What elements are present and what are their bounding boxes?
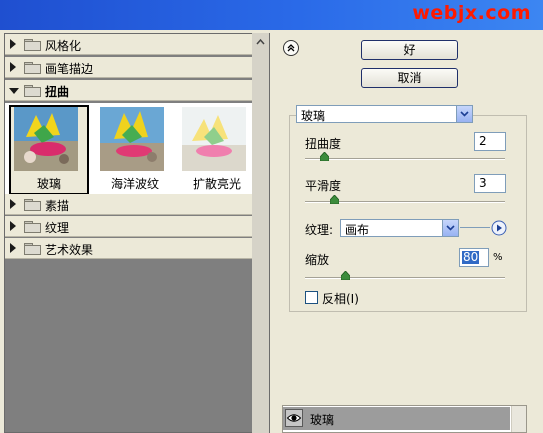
folder-open-icon [24, 85, 41, 97]
watermark-logo: webjx.com [412, 2, 531, 24]
scroll-up-arrow-icon[interactable] [254, 36, 267, 49]
smoothness-input[interactable]: 3 [474, 174, 506, 193]
smoothness-slider-thumb[interactable] [330, 195, 339, 204]
filter-select[interactable]: 玻璃 [296, 105, 473, 123]
folder-icon [24, 62, 41, 74]
scaling-slider-track[interactable] [305, 277, 505, 279]
diffuse-glow-preview-image [182, 107, 246, 171]
category-label: 素描 [45, 199, 70, 213]
texture-menu-line [460, 227, 490, 228]
distortion-slider-thumb[interactable] [320, 152, 329, 161]
folder-icon [24, 243, 41, 255]
texture-select[interactable]: 画布 [340, 219, 459, 237]
triangle-down-icon[interactable] [9, 88, 19, 94]
invert-label[interactable]: 反相(I) [322, 290, 359, 307]
gallery-scrollbar[interactable] [252, 33, 269, 433]
thumbnail-label: 海洋波纹 [110, 177, 159, 191]
distortion-label: 扭曲度 [305, 137, 342, 151]
distortion-slider-track[interactable] [305, 158, 505, 160]
distort-thumbnails: 玻璃 海洋波纹 扩散亮光 [5, 103, 269, 198]
category-distort[interactable]: 扭曲 [5, 80, 269, 101]
triangle-right-icon[interactable] [491, 220, 507, 236]
folder-icon [24, 199, 41, 211]
category-stylize[interactable]: 风格化 [5, 34, 269, 55]
chevron-down-icon[interactable] [456, 106, 472, 122]
chevron-down-icon[interactable] [442, 220, 458, 236]
scaling-input[interactable]: 80 [459, 248, 489, 267]
thumbnail-label: 扩散亮光 [192, 177, 241, 191]
glass-preview-image [14, 107, 78, 171]
thumbnail-ocean-ripple[interactable]: 海洋波纹 [95, 105, 175, 195]
triangle-right-icon[interactable] [10, 39, 16, 49]
eye-icon[interactable] [285, 409, 303, 427]
category-label: 风格化 [45, 39, 82, 53]
cancel-button[interactable]: 取消 [361, 68, 458, 88]
invert-checkbox[interactable] [305, 291, 318, 304]
double-chevron-up-icon [287, 44, 295, 52]
ok-button[interactable]: 好 [361, 40, 458, 60]
texture-select-value: 画布 [345, 223, 370, 237]
category-label: 纹理 [45, 221, 70, 235]
triangle-right-icon[interactable] [10, 199, 16, 209]
texture-label: 纹理: [305, 223, 334, 237]
triangle-right-icon[interactable] [10, 243, 16, 253]
layers-scrollbar[interactable] [511, 406, 526, 432]
category-label: 扭曲 [45, 85, 70, 99]
smoothness-label: 平滑度 [305, 179, 342, 193]
category-label: 艺术效果 [45, 243, 94, 257]
distortion-input[interactable]: 2 [474, 132, 506, 151]
category-label: 画笔描边 [45, 62, 94, 76]
category-brush-strokes[interactable]: 画笔描边 [5, 57, 269, 78]
category-sketch[interactable]: 素描 [5, 194, 269, 215]
thumbnail-label: 玻璃 [36, 177, 61, 191]
folder-icon [24, 39, 41, 51]
effect-layer-label: 玻璃 [310, 413, 335, 427]
scaling-unit: % [493, 252, 503, 263]
filter-gallery: 风格化 画笔描边 扭曲 玻璃 海洋波纹 扩散亮光 素描 纹理 艺术效果 [4, 33, 270, 433]
category-artistic[interactable]: 艺术效果 [5, 238, 269, 259]
scaling-input-value: 80 [462, 250, 480, 264]
scaling-label: 缩放 [305, 253, 330, 267]
triangle-right-icon[interactable] [10, 62, 16, 72]
folder-icon [24, 221, 41, 233]
scaling-slider-thumb[interactable] [341, 271, 350, 280]
thumbnail-diffuse-glow[interactable]: 扩散亮光 [177, 105, 257, 195]
filter-select-value: 玻璃 [301, 109, 326, 123]
category-texture[interactable]: 纹理 [5, 216, 269, 237]
triangle-right-icon[interactable] [10, 221, 16, 231]
thumbnail-glass[interactable]: 玻璃 [9, 105, 89, 195]
ocean-ripple-preview-image [100, 107, 164, 171]
collapse-gallery-button[interactable] [283, 40, 299, 56]
